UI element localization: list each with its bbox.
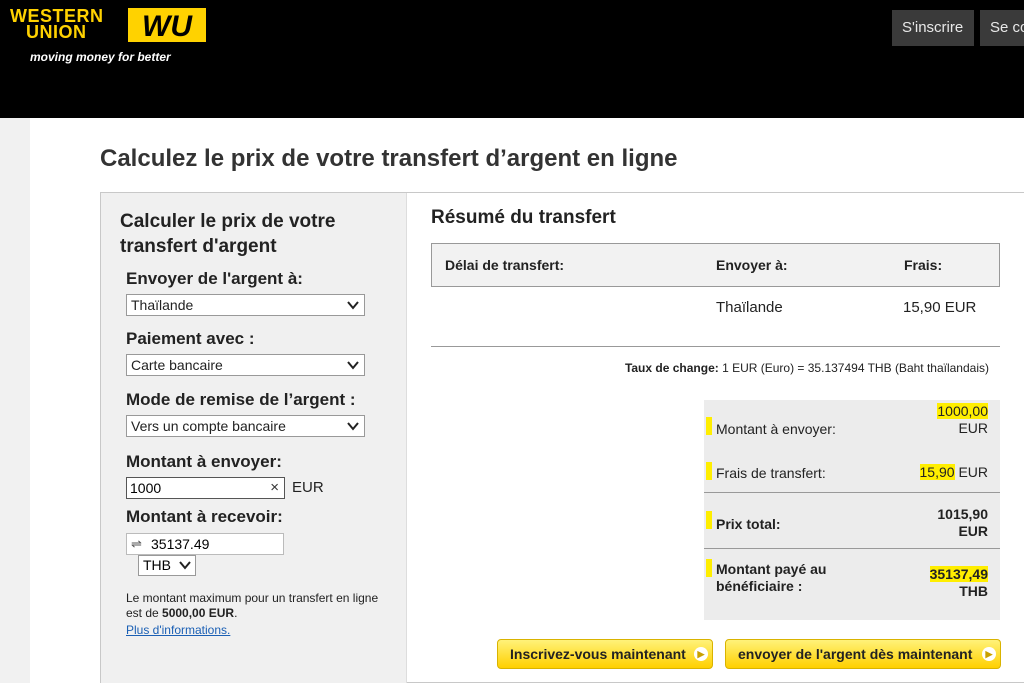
arrow-right-icon: ▶ <box>982 647 996 661</box>
login-button[interactable]: Se co <box>980 10 1024 46</box>
paid-value: 35137,49 <box>929 566 988 582</box>
exchange-rate: Taux de change: 1 EUR (Euro) = 35.137494… <box>431 361 989 375</box>
clear-icon[interactable]: × <box>270 478 279 498</box>
paid-currency: THB <box>959 583 988 599</box>
total-value-block: 1015,90 EUR <box>937 506 988 540</box>
note-end: . <box>234 606 238 620</box>
send-money-now-button[interactable]: envoyer de l'argent dès maintenant ▶ <box>725 639 1001 669</box>
col-send-to: Envoyer à: <box>716 257 788 273</box>
max-amount-note: Le montant maximum pour un transfert en … <box>126 591 386 621</box>
fees-value-block: 15,90 EUR <box>919 464 988 481</box>
total-label: Prix total: <box>716 516 781 532</box>
price-calculator: Calculer le prix de votre transfert d'ar… <box>100 192 1024 683</box>
amount-label: Montant à envoyer: <box>716 421 836 437</box>
send-money-now-label: envoyer de l'argent dès maintenant <box>738 646 973 662</box>
amount-send-label: Montant à envoyer: <box>126 452 282 471</box>
calculator-form-panel: Calculer le prix de votre transfert d'ar… <box>101 193 407 683</box>
delivery-select[interactable]: Vers un compte bancaire <box>126 415 365 437</box>
total-currency: EUR <box>958 523 988 539</box>
col-fees: Frais: <box>904 257 943 273</box>
payment-select[interactable]: Carte bancaire <box>126 354 365 376</box>
summary-divider <box>431 346 1000 347</box>
fees-currency: EUR <box>958 464 988 480</box>
col-transfer-delay: Délai de transfert: <box>445 257 565 273</box>
site-header: WESTERN UNION WU moving money for better… <box>0 0 1024 118</box>
receive-currency-value: THB <box>143 557 171 573</box>
delivery-value: Vers un compte bancaire <box>131 418 286 434</box>
totals-divider <box>704 492 1000 493</box>
arrow-right-icon: ▶ <box>694 647 708 661</box>
rate-value: 1 EUR (Euro) = 35.137494 THB (Baht thaïl… <box>718 361 989 375</box>
summary-title: Résumé du transfert <box>431 207 616 228</box>
signup-button[interactable]: S'inscrire <box>892 10 974 46</box>
chevron-down-icon <box>179 561 191 570</box>
totals-box: Montant à envoyer: 1000,00 EUR Frais de … <box>704 400 1000 620</box>
highlight-mark <box>706 417 712 435</box>
logo-mark-text: WU <box>142 10 193 42</box>
summary-table-header: Délai de transfert: Envoyer à: Frais: <box>431 243 1000 287</box>
logo-text-union: UNION <box>26 22 87 42</box>
totals-divider <box>704 548 1000 549</box>
payment-label: Paiement avec : <box>126 329 255 348</box>
calculator-title: Calculer le prix de votre transfert d'ar… <box>120 211 336 257</box>
amount-receive-value: 35137.49 <box>151 536 210 552</box>
chevron-down-icon <box>347 361 359 370</box>
fees-value: 15,90 <box>919 464 955 480</box>
delivery-label: Mode de remise de l’argent : <box>126 390 356 409</box>
amount-value: 1000,00 <box>937 403 988 419</box>
highlight-mark <box>706 462 712 480</box>
paid-label-line2: bénéficiaire : <box>716 578 803 594</box>
amount-send-currency: EUR <box>292 479 324 496</box>
send-to-select[interactable]: Thaïlande <box>126 294 365 316</box>
western-union-logo[interactable]: WESTERN UNION WU moving money for better <box>10 7 220 68</box>
chevron-down-icon <box>347 301 359 310</box>
send-to-label: Envoyer de l'argent à: <box>126 269 303 288</box>
highlight-mark <box>706 559 712 577</box>
paid-label: Montant payé au bénéficiaire : <box>716 561 826 595</box>
receive-currency-select[interactable]: THB <box>138 555 196 576</box>
row-send-to: Thaïlande <box>716 299 783 316</box>
highlight-mark <box>706 511 712 529</box>
total-value: 1015,90 <box>937 506 988 522</box>
amount-currency: EUR <box>958 420 988 436</box>
amount-send-input[interactable]: 1000 × <box>126 477 285 499</box>
chevron-down-icon <box>347 422 359 431</box>
logo-tagline: moving money for better <box>30 50 171 64</box>
amount-receive-input[interactable]: ⇌ 35137.49 <box>126 533 284 555</box>
more-info-link[interactable]: Plus d'informations. <box>126 623 230 637</box>
swap-icon: ⇌ <box>131 536 142 551</box>
fees-label: Frais de transfert: <box>716 465 826 481</box>
payment-value: Carte bancaire <box>131 357 223 373</box>
paid-label-line1: Montant payé au <box>716 561 827 577</box>
row-fees: 15,90 EUR <box>903 299 977 316</box>
note-max-amount: 5000,00 EUR <box>162 606 235 620</box>
register-now-label: Inscrivez-vous maintenant <box>510 646 686 662</box>
paid-value-block: 35137,49 THB <box>929 566 988 600</box>
register-now-button[interactable]: Inscrivez-vous maintenant ▶ <box>497 639 713 669</box>
amount-receive-label: Montant à recevoir: <box>126 507 283 526</box>
amount-send-value: 1000 <box>130 480 162 496</box>
amount-value-block: 1000,00 EUR <box>937 403 988 437</box>
send-to-value: Thaïlande <box>131 297 194 313</box>
rate-label: Taux de change: <box>624 361 719 375</box>
wu-logo-mark-icon: WU <box>128 8 206 42</box>
page-title: Calculez le prix de votre transfert d’ar… <box>100 145 678 172</box>
